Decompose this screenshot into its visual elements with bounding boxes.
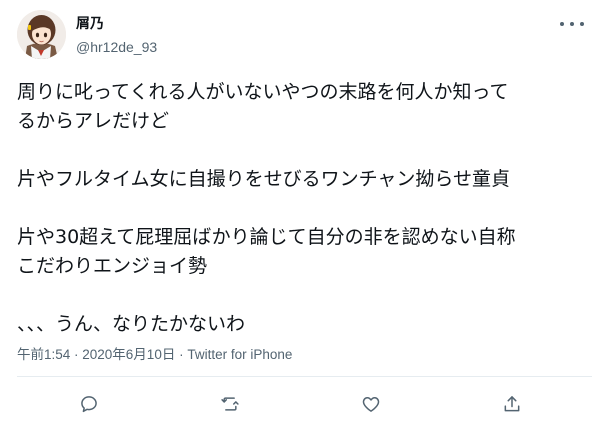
tweet-line: 片やフルタイム女に自撮りをせびるワンチャン拗らせ童貞 xyxy=(17,168,511,190)
more-dot xyxy=(560,22,564,26)
avatar[interactable] xyxy=(17,10,66,59)
more-dot xyxy=(580,22,584,26)
tweet-line: 片や30超えて屁理屈ばかり論じて自分の非を認めない自称 xyxy=(17,226,516,248)
tweet-source[interactable]: Twitter for iPhone xyxy=(187,347,292,362)
tweet-meta: 午前1:54 · 2020年6月10日 · Twitter for iPhone xyxy=(17,346,292,364)
tweet-line: 周りに叱ってくれる人がいないやつの末路を何人か知って xyxy=(17,81,509,103)
share-icon[interactable] xyxy=(500,392,524,416)
user-handle[interactable]: @hr12de_93 xyxy=(76,38,157,56)
heart-icon[interactable] xyxy=(359,392,383,416)
more-dots-icon[interactable] xyxy=(560,18,584,30)
tweet-text: 周りに叱ってくれる人がいないやつの末路を何人か知って るからアレだけど 片やフル… xyxy=(17,78,592,339)
more-dot xyxy=(570,22,574,26)
avatar-image xyxy=(17,10,66,59)
tweet-timestamp[interactable]: 午前1:54 · 2020年6月10日 · xyxy=(17,347,187,362)
tweet-line: 、、、うん、なりたかないわ xyxy=(17,313,246,335)
tweet-line: こだわりエンジョイ勢 xyxy=(17,255,208,277)
retweet-icon[interactable] xyxy=(218,392,242,416)
divider xyxy=(17,376,592,377)
display-name[interactable]: 屑乃 xyxy=(76,15,104,33)
tweet-card: 屑乃 @hr12de_93 周りに叱ってくれる人がいないやつの末路を何人か知って… xyxy=(0,0,606,436)
reply-icon[interactable] xyxy=(77,392,101,416)
tweet-line: るからアレだけど xyxy=(17,110,170,132)
